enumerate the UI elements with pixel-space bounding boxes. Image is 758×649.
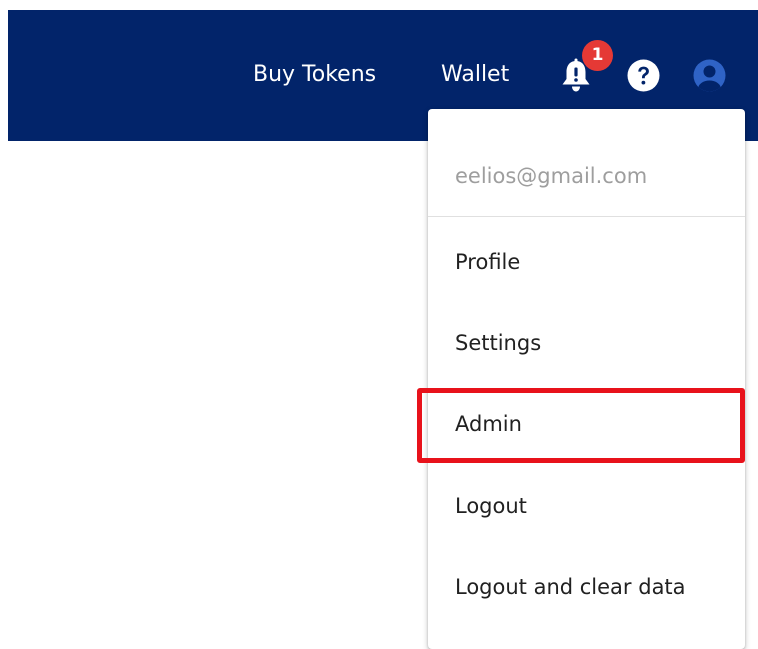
menu-item-logout-clear-data[interactable]: Logout and clear data <box>428 549 745 625</box>
menu-item-label: Profile <box>455 250 521 274</box>
nav-link-buy-tokens[interactable]: Buy Tokens <box>253 60 376 90</box>
nav-link-wallet[interactable]: Wallet <box>441 60 509 90</box>
menu-item-label: Admin <box>455 412 522 436</box>
user-circle-icon <box>693 59 726 92</box>
menu-item-label: Settings <box>455 331 542 355</box>
menu-divider <box>428 216 745 217</box>
menu-item-label: Logout <box>455 494 527 518</box>
user-menu-button[interactable] <box>693 59 726 92</box>
menu-item-settings[interactable]: Settings <box>428 305 745 381</box>
user-dropdown-menu: eelios@gmail.com Profile Settings Admin … <box>428 109 745 649</box>
user-email: eelios@gmail.com <box>455 164 648 188</box>
notification-count-badge: 1 <box>582 40 613 71</box>
menu-item-label: Logout and clear data <box>455 575 686 599</box>
menu-item-logout[interactable]: Logout <box>428 468 745 544</box>
menu-item-admin[interactable]: Admin <box>428 386 745 462</box>
question-circle-icon <box>627 59 660 92</box>
help-button[interactable] <box>627 59 660 92</box>
menu-item-profile[interactable]: Profile <box>428 224 745 300</box>
